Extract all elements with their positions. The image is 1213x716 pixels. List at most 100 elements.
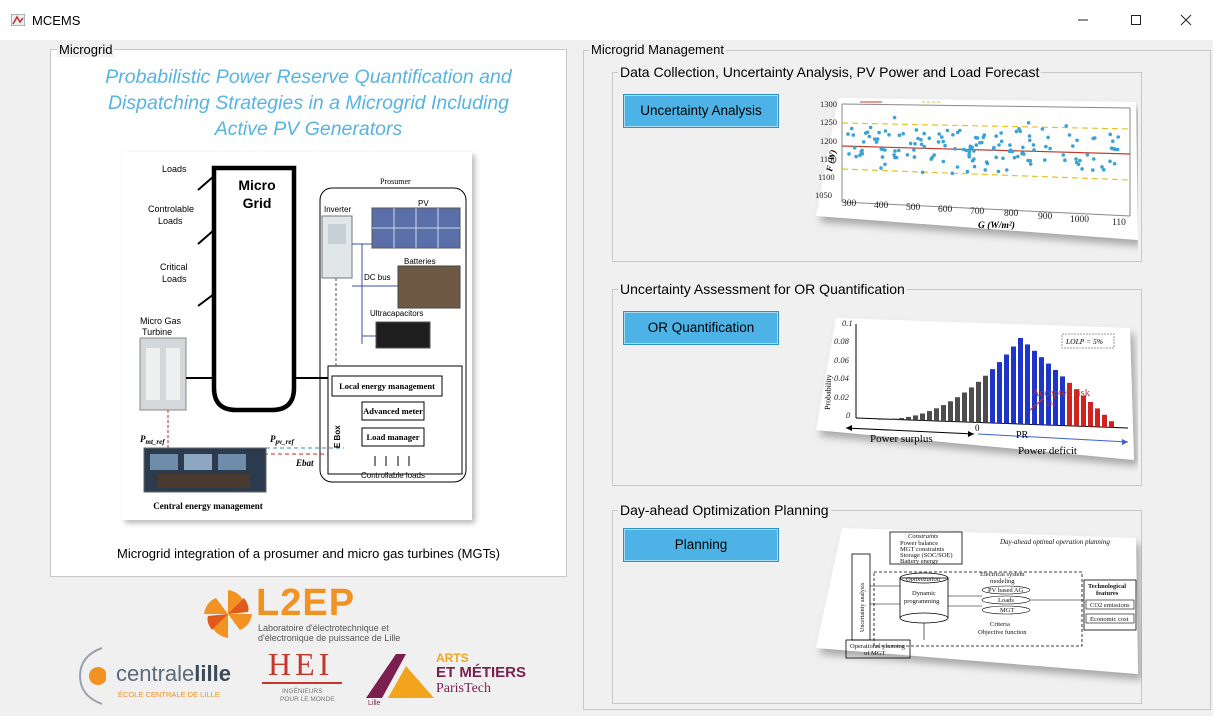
scatter-point: [883, 148, 887, 152]
prob-tick-0.1: 0.1: [842, 318, 853, 328]
scatter-point: [996, 169, 1001, 174]
hei-logo-text: HEI: [268, 646, 334, 682]
constraints-label: Constraints: [908, 533, 939, 540]
planning-button[interactable]: Planning: [623, 528, 779, 562]
scatter-point: [887, 133, 891, 137]
scatter-point: [860, 148, 864, 153]
x-tick-500: 500: [906, 203, 921, 213]
close-button[interactable]: [1163, 8, 1209, 32]
power-deficit-label: Power deficit: [1018, 445, 1077, 457]
microgrid-diagram: Micro Grid Loads Controlable Loads Criti…: [122, 152, 472, 520]
scatter-point: [1028, 138, 1032, 143]
scatter-point: [922, 144, 927, 149]
mgt-label-2: Turbine: [142, 327, 172, 337]
maximize-button[interactable]: [1113, 8, 1159, 32]
elec-label-1: Electrical system: [980, 571, 1025, 578]
elec-label-2: modeling: [990, 578, 1015, 585]
meter-label: Advanced meter: [363, 406, 423, 416]
tech-label-1: Technological: [1088, 583, 1126, 590]
scatter-point: [1111, 139, 1115, 143]
scatter-point: [849, 126, 854, 131]
scatter-point: [950, 171, 955, 176]
x-tick-900: 900: [1038, 212, 1053, 222]
scatter-point: [1048, 146, 1052, 151]
title-line-3: Active PV Generators: [214, 118, 403, 140]
x-tick-800: 800: [1004, 209, 1019, 219]
scatter-point: [945, 128, 950, 133]
histogram-bar: [906, 416, 911, 420]
histogram-bar: [899, 418, 904, 420]
centrale-logo-text: centralelille: [116, 661, 231, 686]
scatter-point: [897, 148, 901, 153]
scatter-point: [955, 130, 960, 135]
minimize-icon: [1078, 19, 1088, 21]
ebat-label: Ebat: [295, 458, 314, 468]
scatter-point: [975, 136, 980, 140]
histogram-bar: [1095, 408, 1100, 427]
scatter-point: [846, 132, 850, 136]
scatter-point: [893, 149, 897, 153]
dyn-label: Dynamic: [912, 590, 936, 597]
scatter-point: [937, 132, 941, 136]
mgt-diag-label: MGT: [1000, 607, 1014, 614]
scatter-point: [936, 140, 941, 144]
scatter-point: [941, 159, 946, 164]
histogram-bar: [1004, 354, 1009, 424]
planning-diagram: Constraints Power balance MGT constraint…: [816, 528, 1138, 674]
micro-label: Micro: [238, 177, 275, 193]
constraint-4: Battery energy: [900, 558, 939, 565]
scatter-point: [912, 155, 917, 159]
scatter-point: [861, 140, 866, 144]
batteries-photo: [397, 265, 461, 309]
am-logo-line-1: ARTS: [436, 651, 469, 665]
l2ep-logo-text: L2EP: [256, 582, 356, 624]
scatter-point: [1001, 156, 1005, 161]
scatter-point: [927, 136, 932, 140]
scatter-point: [874, 140, 879, 144]
x-tick-400: 400: [874, 201, 889, 211]
scatter-point: [1032, 148, 1036, 152]
window-titlebar: MCEMS: [0, 0, 1213, 40]
histogram-bar: [934, 408, 939, 421]
loads-diag-label: Loads: [998, 597, 1014, 604]
minimize-button[interactable]: [1060, 8, 1106, 32]
am-logo-lille: Lille: [368, 700, 381, 707]
scatter-point: [851, 133, 856, 137]
scatter-point: [1074, 157, 1078, 161]
y-tick-1200: 1200: [820, 136, 837, 146]
l2ep-subtitle-1: Laboratoire d'électrotechnique et: [258, 623, 389, 633]
scatter-point: [865, 130, 870, 135]
scatter-point: [1078, 158, 1082, 163]
scatter-point: [1092, 157, 1096, 161]
scatter-point: [1026, 121, 1031, 125]
uncertainty-analysis-button[interactable]: Uncertainty Analysis: [623, 94, 779, 128]
scatter-point: [1112, 161, 1117, 166]
scatter-point: [1108, 159, 1112, 164]
prosumer-label: Prosumer: [380, 177, 411, 186]
lolp-label: LOLP = 5%: [1065, 337, 1103, 346]
histogram-bar: [969, 387, 974, 423]
l2ep-subtitle-2: d'électronique de puissance de Lille: [258, 633, 401, 643]
tech-label-2: features: [1096, 590, 1119, 597]
scatter-point: [1091, 136, 1095, 141]
close-icon: [1180, 14, 1192, 26]
histogram-bar: [1060, 376, 1065, 426]
scatter-point: [1108, 132, 1112, 137]
inverter-label: Inverter: [324, 205, 351, 214]
histogram-bar: [1025, 344, 1030, 425]
scatter-point: [992, 145, 996, 150]
scatter-point: [972, 149, 976, 153]
histogram-chart: 0.1 0.08 0.06 0.04 0.02 0 Probability LO…: [816, 318, 1134, 460]
loads-label: Loads: [162, 164, 187, 174]
scatter-point: [1061, 153, 1066, 157]
scatter-point: [980, 140, 984, 145]
ctrl-loads-label: Controllable loads: [361, 471, 425, 480]
or-quantification-button[interactable]: OR Quantification: [623, 311, 779, 345]
day-ahead-legend: Day-ahead Optimization Planning: [618, 502, 831, 518]
scatter-point: [972, 164, 977, 169]
histogram-bar: [1102, 414, 1107, 428]
histogram-bar: [997, 362, 1002, 424]
scatter-point: [852, 145, 857, 150]
histogram-bar: [976, 381, 981, 423]
scatter-point: [1026, 158, 1030, 163]
